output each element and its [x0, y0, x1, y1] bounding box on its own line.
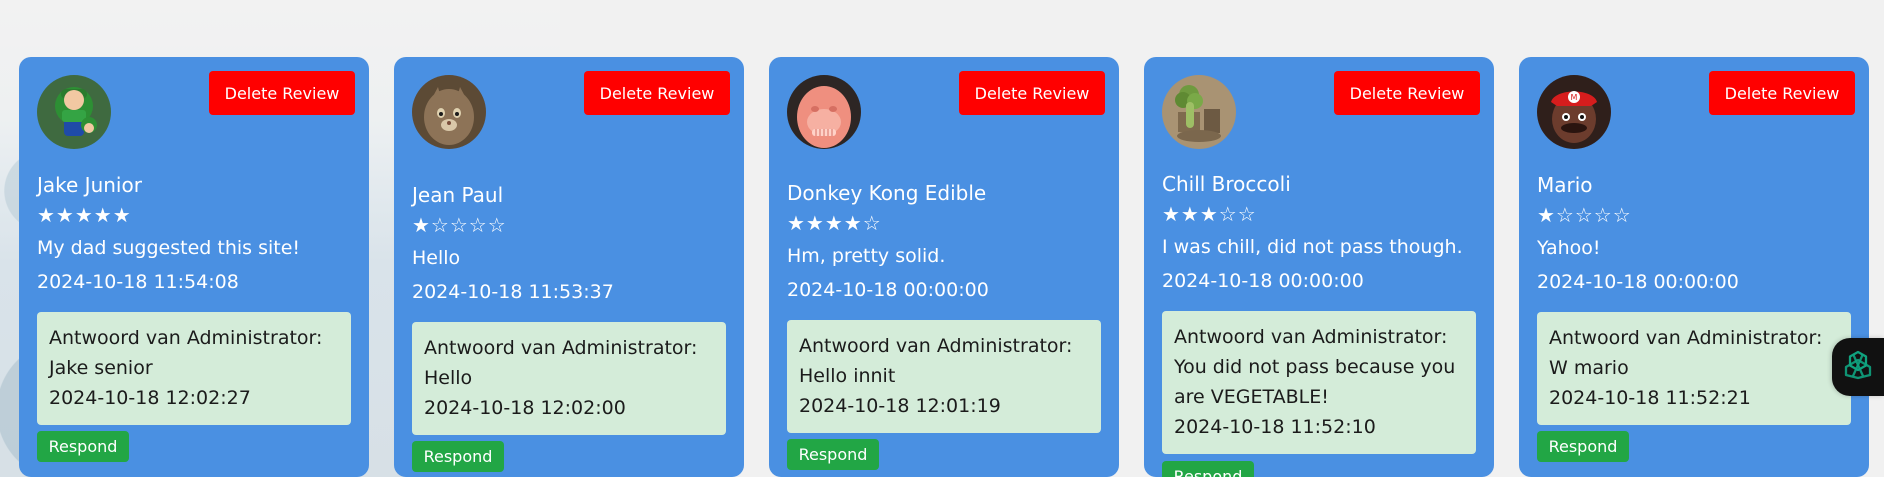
rating-stars: ★★★★☆: [787, 211, 882, 235]
mario-avatar-icon: M: [1537, 75, 1611, 149]
admin-timestamp: 2024-10-18 12:02:27: [49, 386, 251, 409]
review-card-jean-paul: Delete Review Jean Paul ★☆☆☆☆ Hello 2024…: [394, 57, 744, 477]
admin-timestamp: 2024-10-18 12:01:19: [799, 394, 1001, 417]
review-comment: Hello: [412, 247, 461, 269]
admin-reply: Hello: [424, 366, 473, 389]
rating-stars: ★☆☆☆☆: [412, 213, 507, 237]
broccoli-avatar-icon: [1162, 75, 1236, 149]
openai-chat-icon: [1841, 348, 1875, 386]
delete-review-button[interactable]: Delete Review: [584, 71, 730, 115]
review-timestamp: 2024-10-18 11:54:08: [37, 270, 239, 293]
review-comment: Hm, pretty solid.: [787, 245, 946, 267]
rating-stars: ★★★☆☆: [1162, 202, 1257, 226]
delete-review-button[interactable]: Delete Review: [209, 71, 355, 115]
admin-heading: Antwoord van Administrator:: [1549, 326, 1823, 349]
chat-launcher-button[interactable]: [1832, 338, 1884, 396]
cat-avatar-icon: [412, 75, 486, 149]
admin-reply: W mario: [1549, 356, 1629, 379]
delete-review-button[interactable]: Delete Review: [959, 71, 1105, 115]
review-card-mario: Delete Review M Mario ★☆☆☆☆ Yahoo! 2024-…: [1519, 57, 1869, 477]
review-comment: My dad suggested this site!: [37, 237, 301, 259]
admin-response-box: Antwoord van Administrator: You did not …: [1162, 310, 1476, 454]
admin-reply: Hello innit: [799, 364, 896, 387]
admin-heading: Antwoord van Administrator:: [424, 336, 698, 359]
reviewer-name: Donkey Kong Edible: [787, 181, 987, 205]
respond-button[interactable]: Respond: [412, 441, 504, 472]
admin-response-box: Antwoord van Administrator: Jake senior …: [37, 311, 351, 425]
admin-reply: You did not pass because you are VEGETAB…: [1174, 355, 1456, 408]
luigi-avatar-icon: [37, 75, 111, 149]
rating-stars: ★☆☆☆☆: [1537, 203, 1632, 227]
donkey-kong-avatar-icon: [787, 75, 861, 149]
respond-button[interactable]: Respond: [787, 439, 879, 470]
review-comment: I was chill, did not pass though.: [1162, 236, 1463, 258]
delete-review-button[interactable]: Delete Review: [1709, 71, 1855, 115]
respond-button[interactable]: Respond: [37, 431, 129, 462]
reviewer-name: Jean Paul: [412, 183, 504, 207]
review-timestamp: 2024-10-18 11:53:37: [412, 280, 614, 303]
admin-heading: Antwoord van Administrator:: [49, 326, 323, 349]
delete-review-button[interactable]: Delete Review: [1334, 71, 1480, 115]
admin-timestamp: 2024-10-18 11:52:21: [1549, 386, 1751, 409]
respond-button[interactable]: Respond: [1537, 431, 1629, 462]
reviewer-name: Jake Junior: [37, 173, 142, 197]
reviewer-name: Chill Broccoli: [1162, 172, 1291, 196]
admin-response-box: Antwoord van Administrator: W mario 2024…: [1537, 311, 1851, 425]
admin-timestamp: 2024-10-18 12:02:00: [424, 396, 626, 419]
reviewer-name: Mario: [1537, 173, 1593, 197]
rating-stars: ★★★★★: [37, 203, 132, 227]
respond-button[interactable]: Respond: [1162, 461, 1254, 477]
review-timestamp: 2024-10-18 00:00:00: [787, 278, 989, 301]
reviews-row: Delete Review Jake Junior ★★★★★ My dad s…: [19, 57, 1869, 477]
svg-text:M: M: [1571, 93, 1578, 102]
review-card-donkey-kong-edible: Delete Review Donkey Kong Edible ★★★★☆ H…: [769, 57, 1119, 477]
admin-timestamp: 2024-10-18 11:52:10: [1174, 415, 1376, 438]
admin-reply: Jake senior: [49, 356, 153, 379]
review-card-jake-junior: Delete Review Jake Junior ★★★★★ My dad s…: [19, 57, 369, 477]
admin-response-box: Antwoord van Administrator: Hello 2024-1…: [412, 321, 726, 435]
admin-heading: Antwoord van Administrator:: [799, 334, 1073, 357]
review-timestamp: 2024-10-18 00:00:00: [1537, 270, 1739, 293]
admin-heading: Antwoord van Administrator:: [1174, 325, 1448, 348]
review-card-chill-broccoli: Delete Review Chill Broccoli ★★★☆☆ I was…: [1144, 57, 1494, 477]
review-timestamp: 2024-10-18 00:00:00: [1162, 269, 1364, 292]
review-comment: Yahoo!: [1537, 237, 1601, 259]
admin-response-box: Antwoord van Administrator: Hello innit …: [787, 319, 1101, 433]
